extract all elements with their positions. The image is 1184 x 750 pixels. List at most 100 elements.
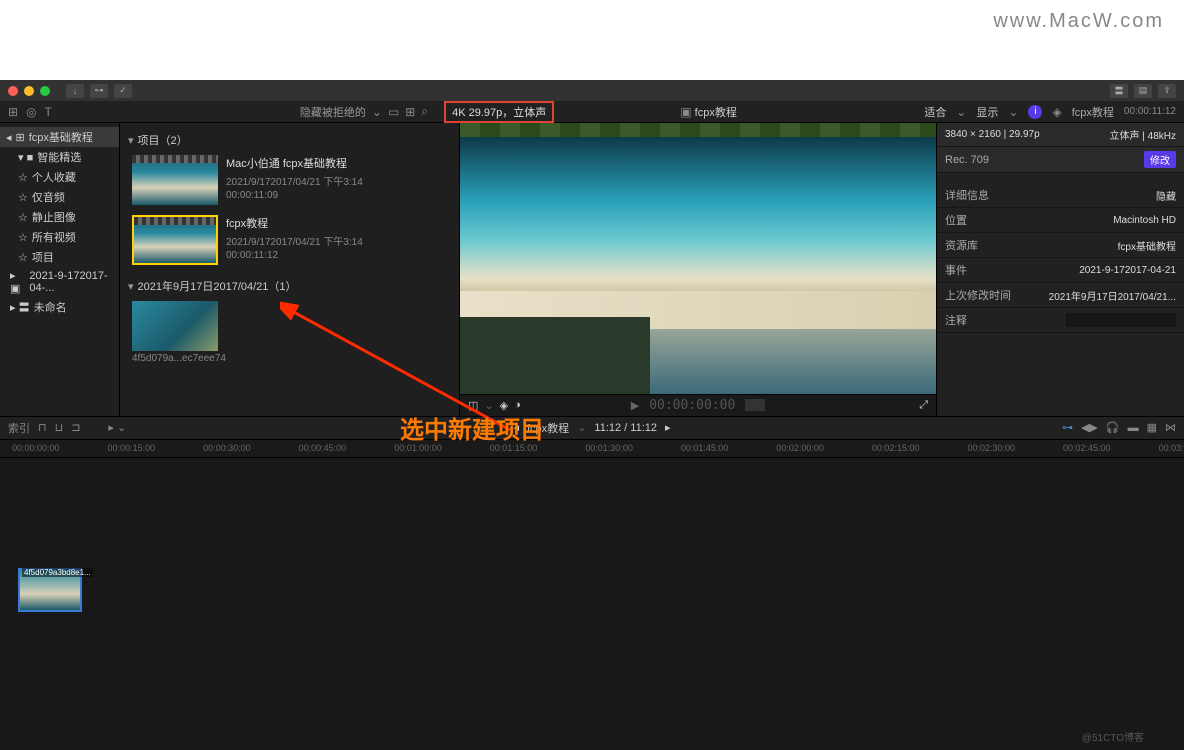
- append-clip-icon[interactable]: ⊐: [71, 421, 80, 434]
- application-window: ↓ ⊶ ✓ 〓 ▤ ⇪ ⊞ ◎ T 隐藏被拒绝的 ⌄ ▭ ⊞ ⌕ 4K 29.9…: [0, 80, 1184, 750]
- ruler-mark: 00:02:15:00: [872, 443, 920, 453]
- ruler-mark: 00:00:45:00: [299, 443, 347, 453]
- clip-browser: ▾ 项目（2） Mac小伯通 fcpx基础教程 2021/9/172017/04…: [120, 123, 460, 416]
- search-icon[interactable]: ⌕: [421, 104, 428, 119]
- grid-icon[interactable]: 〓: [1110, 84, 1128, 98]
- keyword-button[interactable]: ⊶: [90, 84, 108, 98]
- photos-icon[interactable]: ◎: [26, 105, 36, 119]
- fit-dropdown[interactable]: 适合: [924, 104, 946, 120]
- clip-filename: 4f5d079a...ec7eee74: [132, 353, 451, 364]
- inspector-panel: 3840 × 2160 | 29.97p 立体声 | 48kHz Rec. 70…: [936, 123, 1184, 416]
- hide-button[interactable]: 隐藏: [1156, 188, 1176, 203]
- sidebar-item-projects[interactable]: ☆项目: [0, 247, 119, 267]
- clip-appearance-icon[interactable]: ▭: [388, 105, 399, 119]
- project-title-1: Mac小伯通 fcpx基础教程: [226, 155, 363, 171]
- fullscreen-button[interactable]: ⤢: [919, 399, 928, 411]
- timeline-area[interactable]: 4f5d079a3bd8e1... @51CTO博客: [0, 458, 1184, 750]
- library-header[interactable]: ◂ ⊞ fcpx基础教程: [0, 127, 119, 147]
- modified-value: 2021年9月17日2017/04/21...: [1049, 288, 1176, 303]
- ruler-mark: 00:02:30:00: [967, 443, 1015, 453]
- project-dur-2: 00:00:11:12: [226, 250, 363, 261]
- format-info: 4K 29.97p，立体声: [444, 101, 554, 123]
- viewer-canvas[interactable]: [460, 137, 936, 394]
- location-value: Macintosh HD: [1113, 215, 1176, 226]
- ruler-mark: 00:01:45:00: [681, 443, 729, 453]
- sidebar-item-unnamed[interactable]: ▸ 〓未命名: [0, 297, 119, 317]
- render-button[interactable]: ✓: [114, 84, 132, 98]
- maximize-window-button[interactable]: [40, 86, 50, 96]
- transitions-icon[interactable]: ⋈: [1165, 421, 1176, 434]
- library-value: fcpx基础教程: [1118, 238, 1176, 253]
- ruler-mark: 00:00:15:00: [108, 443, 156, 453]
- sidebar-item-smart[interactable]: ▾ ■智能精选: [0, 147, 119, 167]
- footer-watermark: @51CTO博客: [1082, 729, 1144, 744]
- info-inspector-button[interactable]: i: [1028, 105, 1042, 119]
- sidebar-item-event1[interactable]: ▸ ▣2021-9-172017-04-...: [0, 267, 119, 297]
- timeline-ruler[interactable]: 00:00:00:00 00:00:15:00 00:00:30:00 00:0…: [0, 440, 1184, 458]
- ruler-mark: 00:00:00:00: [12, 443, 60, 453]
- project-title-2: fcpx教程: [226, 215, 363, 231]
- filter-dropdown[interactable]: 隐藏被拒绝的: [300, 104, 366, 120]
- minimize-window-button[interactable]: [24, 86, 34, 96]
- index-button[interactable]: 索引: [8, 420, 30, 436]
- ruler-mark: 00:02:45:00: [1063, 443, 1111, 453]
- event-label: 事件: [945, 262, 967, 278]
- close-window-button[interactable]: [8, 86, 18, 96]
- dropdown-icon[interactable]: ⌄: [372, 105, 382, 119]
- annotation-text: 选中新建项目: [400, 410, 544, 445]
- sidebar-item-audio[interactable]: ☆仅音频: [0, 187, 119, 207]
- inspector-timecode: 00:00:11:12: [1124, 106, 1176, 117]
- project-row-2[interactable]: fcpx教程 2021/9/172017/04/21 下午3:14 00:00:…: [132, 215, 451, 265]
- skimmer-bar[interactable]: [460, 123, 936, 137]
- library-icon[interactable]: ⊞: [8, 105, 18, 119]
- timeline-position: 11:12 / 11:12: [594, 422, 657, 434]
- ruler-mark: 00:03:00:00: [1159, 443, 1184, 453]
- audio-skim-icon[interactable]: ◀▶: [1081, 421, 1098, 434]
- timeline-toolbar: 索引 ⊓ ⊔ ⊐ ▸ ⌄ ◂ fcpx教程 ⌄ 11:12 / 11:12 ▸ …: [0, 416, 1184, 440]
- titles-icon[interactable]: T: [45, 105, 52, 119]
- timeline-clip-label: 4f5d079a3bd8e1...: [22, 568, 93, 577]
- snap-icon[interactable]: ▬: [1128, 422, 1139, 434]
- timeline-fwd-icon[interactable]: ▸: [665, 421, 671, 434]
- inspector-clip-name: fcpx教程: [1072, 104, 1114, 120]
- project-date-1: 2021/9/172017/04/21 下午3:14: [226, 173, 363, 188]
- skimming-icon[interactable]: ⊶: [1062, 421, 1073, 434]
- library-sidebar: ◂ ⊞ fcpx基础教程 ▾ ■智能精选 ☆个人收藏 ☆仅音频 ☆静止图像 ☆所…: [0, 123, 120, 416]
- modify-button[interactable]: 修改: [1144, 151, 1176, 168]
- video-inspector-icon[interactable]: ◈: [1052, 105, 1061, 119]
- project-thumbnail-2-selected[interactable]: [132, 215, 218, 265]
- ruler-mark: 00:02:00:00: [776, 443, 824, 453]
- window-titlebar: ↓ ⊶ ✓ 〓 ▤ ⇪: [0, 80, 1184, 101]
- project-icon: ▣: [680, 105, 691, 119]
- clip-thumbnail[interactable]: [132, 301, 218, 351]
- library-name: fcpx基础教程: [29, 129, 93, 145]
- event-value: 2021-9-172017-04-21: [1079, 265, 1176, 276]
- insert-clip-icon[interactable]: ⊔: [55, 421, 64, 434]
- library-grid-icon: ⊞: [16, 131, 25, 144]
- project-thumbnail-1[interactable]: [132, 155, 218, 205]
- details-header: 详细信息: [945, 187, 989, 203]
- import-button[interactable]: ↓: [66, 84, 84, 98]
- group-date[interactable]: ▾ 2021年9月17日2017/04/21（1）: [128, 275, 451, 297]
- notes-label: 注释: [945, 312, 967, 328]
- notes-input[interactable]: [1066, 313, 1176, 327]
- ruler-mark: 00:00:30:00: [203, 443, 251, 453]
- select-tool[interactable]: ▸ ⌄: [108, 421, 126, 434]
- viewer-panel: ◫⌄ ◈ ◑ ▶ 00:00:00:00 ⤢: [460, 123, 936, 416]
- project-row-1[interactable]: Mac小伯通 fcpx基础教程 2021/9/172017/04/21 下午3:…: [132, 155, 451, 205]
- timeline-clip[interactable]: 4f5d079a3bd8e1...: [18, 568, 82, 612]
- list-icon[interactable]: ▤: [1134, 84, 1152, 98]
- play-button[interactable]: ▶: [631, 399, 639, 412]
- share-button[interactable]: ⇪: [1158, 84, 1176, 98]
- project-dur-1: 00:00:11:09: [226, 190, 363, 201]
- project-date-2: 2021/9/172017/04/21 下午3:14: [226, 233, 363, 248]
- connect-clip-icon[interactable]: ⊓: [38, 421, 47, 434]
- solo-icon[interactable]: 🎧: [1106, 421, 1120, 434]
- sidebar-item-stills[interactable]: ☆静止图像: [0, 207, 119, 227]
- group-projects[interactable]: ▾ 项目（2）: [128, 129, 451, 151]
- sidebar-item-favorites[interactable]: ☆个人收藏: [0, 167, 119, 187]
- display-dropdown[interactable]: 显示: [976, 104, 998, 120]
- grid-view-icon[interactable]: ⊞: [405, 105, 415, 119]
- sidebar-item-video[interactable]: ☆所有视频: [0, 227, 119, 247]
- effects-browser-icon[interactable]: ▦: [1147, 421, 1157, 434]
